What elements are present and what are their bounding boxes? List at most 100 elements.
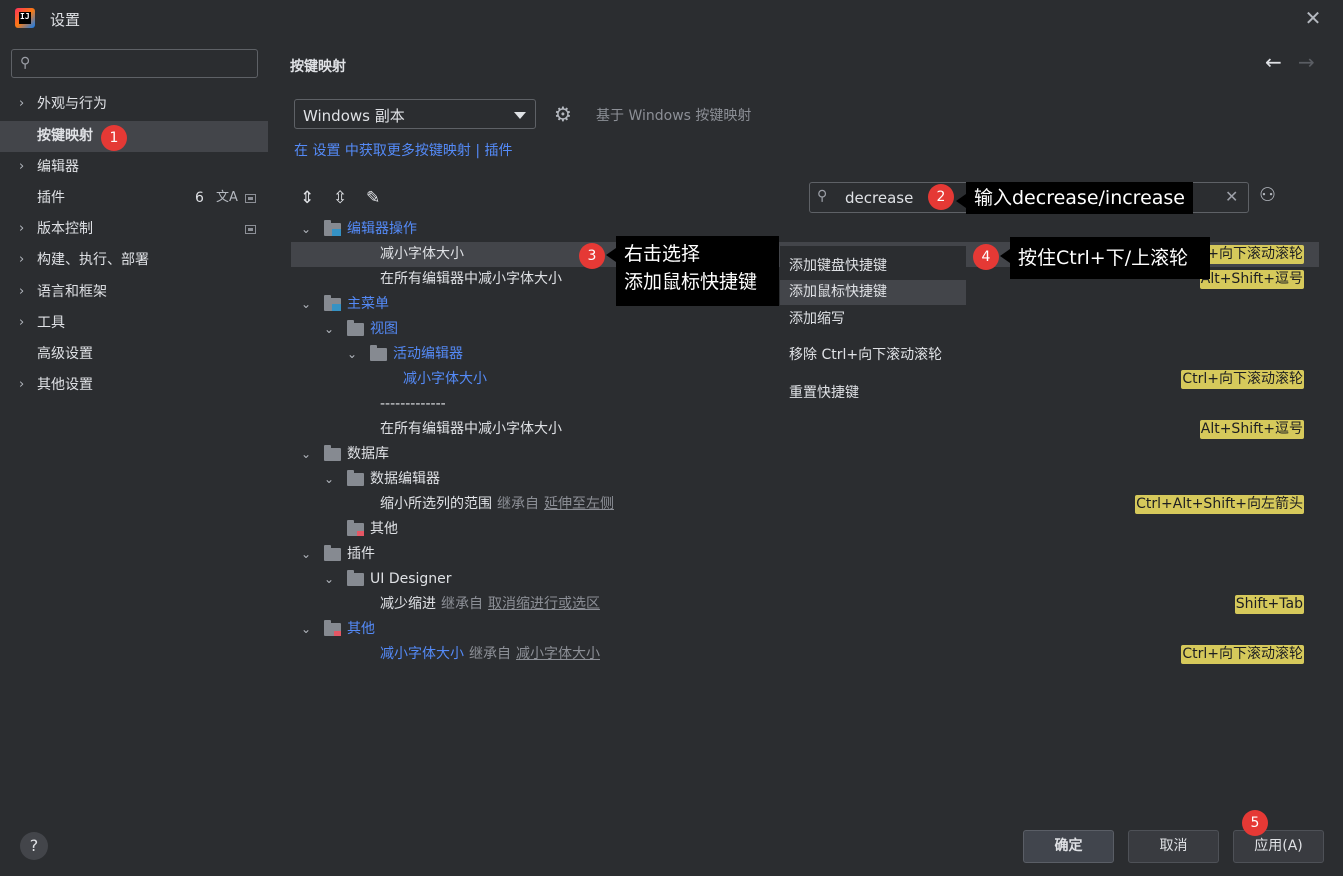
shortcut-badge: Ctrl+向下滚动滚轮 xyxy=(1181,370,1304,389)
window-title: 设置 xyxy=(50,11,81,29)
tree-row[interactable]: 减少缩进 继承自 取消缩进行或选区 Shift+Tab xyxy=(291,592,1319,617)
chevron-down-icon[interactable]: ⌄ xyxy=(324,567,334,592)
chevron-down-icon[interactable]: ⌄ xyxy=(301,217,311,242)
chevron-down-icon[interactable]: ⌄ xyxy=(301,542,311,567)
chevron-down-icon[interactable]: ⌄ xyxy=(324,467,334,492)
folder-icon xyxy=(347,520,364,536)
folder-icon xyxy=(324,445,341,461)
chevron-right-icon: › xyxy=(19,252,25,267)
sidebar-search-input[interactable]: ⚲ xyxy=(11,49,258,78)
chevron-right-icon: › xyxy=(19,284,25,299)
chevron-down-icon[interactable]: ⌄ xyxy=(301,292,311,317)
folder-icon xyxy=(370,345,387,361)
tree-row-label: 插件 xyxy=(347,542,375,567)
action-name: 其他 xyxy=(347,621,375,637)
clear-search-icon[interactable]: ✕ xyxy=(1225,187,1238,206)
folder-icon xyxy=(324,620,341,636)
chevron-down-icon[interactable]: ⌄ xyxy=(301,617,311,642)
action-name: 减小字体大小 xyxy=(403,371,487,387)
tree-row-label: 数据库 xyxy=(347,442,389,467)
tree-row[interactable]: ⌄ 其他 xyxy=(291,617,1319,642)
shortcut-badge: Alt+Shift+逗号 xyxy=(1199,420,1304,439)
get-more-keymaps-link[interactable]: 在 设置 中获取更多按键映射 | 插件 xyxy=(294,140,513,160)
tree-row-label: 数据编辑器 xyxy=(370,467,440,492)
inherited-action-link[interactable]: 减小字体大小 xyxy=(516,646,600,662)
collapse-all-icon[interactable]: ⇳ xyxy=(333,188,347,208)
annotation-callout-4: 按住Ctrl+下/上滚轮 xyxy=(1000,237,1210,279)
sidebar-item[interactable]: › 外观与行为 xyxy=(0,89,268,120)
chevron-down-icon xyxy=(514,112,526,119)
cancel-button[interactable]: 取消 xyxy=(1128,830,1219,863)
tree-row-label: 在所有编辑器中减小字体大小 xyxy=(380,267,562,292)
folder-icon xyxy=(324,545,341,561)
chevron-down-icon[interactable]: ⌄ xyxy=(347,342,357,367)
sidebar-item[interactable]: › 编辑器 xyxy=(0,152,268,183)
sidebar-item-label: 工具 xyxy=(37,315,65,331)
menu-item-add-abbreviation[interactable]: 添加缩写 xyxy=(780,307,966,332)
project-scope-icon xyxy=(245,225,256,234)
sidebar-item[interactable]: › 构建、执行、部署 xyxy=(0,245,268,276)
tree-row-label: 在所有编辑器中减小字体大小 xyxy=(380,417,562,442)
tree-row-label: 减小字体大小 xyxy=(380,242,464,267)
shortcut-badge: Ctrl+Alt+Shift+向左箭头 xyxy=(1135,495,1304,514)
back-arrow-icon[interactable]: ← xyxy=(1265,50,1282,74)
chevron-down-icon[interactable]: ⌄ xyxy=(324,317,334,342)
inherited-action-link[interactable]: 延伸至左侧 xyxy=(544,496,614,512)
keymap-select[interactable]: Windows 副本 xyxy=(294,99,536,129)
action-name: 在所有编辑器中减小字体大小 xyxy=(380,271,562,287)
annotation-badge-3: 3 xyxy=(579,243,605,269)
action-name: 编辑器操作 xyxy=(347,221,417,237)
tree-row[interactable]: ⌄ UI Designer xyxy=(291,567,1319,592)
context-menu: 添加键盘快捷键 添加鼠标快捷键 添加缩写 移除 Ctrl+向下滚动滚轮 重置快捷… xyxy=(780,246,966,416)
annotation-callout-3-line-2: 添加鼠标快捷键 xyxy=(624,271,758,293)
search-icon: ⚲ xyxy=(817,188,828,204)
annotation-badge-2: 2 xyxy=(928,184,954,210)
sidebar-item[interactable]: 按键映射 xyxy=(0,121,268,152)
expand-all-icon[interactable]: ⇕ xyxy=(300,188,314,208)
tree-row[interactable]: ⌄ 数据库 xyxy=(291,442,1319,467)
close-icon[interactable]: ✕ xyxy=(1300,6,1326,32)
menu-item-add-keyboard-shortcut[interactable]: 添加键盘快捷键 xyxy=(780,254,966,279)
annotation-badge-5: 5 xyxy=(1242,810,1268,836)
chevron-down-icon[interactable]: ⌄ xyxy=(301,442,311,467)
ok-button[interactable]: 确定 xyxy=(1023,830,1114,863)
apply-button[interactable]: 应用(A) xyxy=(1233,830,1324,863)
action-name: 其他 xyxy=(370,521,398,537)
app-logo-text: IJ xyxy=(20,12,30,21)
tree-row[interactable]: ⌄ 插件 xyxy=(291,542,1319,567)
search-value: decrease xyxy=(845,189,914,207)
sidebar-item[interactable]: 插件 6 文A xyxy=(0,183,268,214)
inherited-from-label: 继承自 xyxy=(497,496,539,512)
sidebar-item-label: 语言和框架 xyxy=(37,284,107,300)
tree-row[interactable]: ⌄ 数据编辑器 xyxy=(291,467,1319,492)
action-name: UI Designer xyxy=(370,571,452,587)
chevron-right-icon: › xyxy=(19,96,25,111)
sidebar-item[interactable]: › 语言和框架 xyxy=(0,277,268,308)
action-name: 数据编辑器 xyxy=(370,471,440,487)
sidebar-item[interactable]: 高级设置 xyxy=(0,339,268,370)
shortcut-badge: Shift+Tab xyxy=(1234,595,1304,614)
help-button[interactable]: ? xyxy=(20,832,48,860)
action-name: 视图 xyxy=(370,321,398,337)
gear-icon[interactable]: ⚙ xyxy=(554,102,572,126)
forward-arrow-icon[interactable]: → xyxy=(1298,50,1315,74)
tree-row[interactable]: 在所有编辑器中减小字体大小 Alt+Shift+逗号 xyxy=(291,417,1319,442)
tree-row[interactable]: 缩小所选列的范围 继承自 延伸至左侧 Ctrl+Alt+Shift+向左箭头 xyxy=(291,492,1319,517)
app-logo-icon: IJ xyxy=(15,8,35,28)
find-by-shortcut-icon[interactable]: ⚇ xyxy=(1259,184,1276,206)
inherited-action-link[interactable]: 取消缩进行或选区 xyxy=(488,596,600,612)
tree-row-label: 其他 xyxy=(370,517,398,542)
sidebar-item[interactable]: › 其他设置 xyxy=(0,370,268,401)
sidebar-item[interactable]: › 版本控制 xyxy=(0,214,268,245)
action-name: 减小字体大小 xyxy=(380,246,464,262)
menu-item-remove-shortcut[interactable]: 移除 Ctrl+向下滚动滚轮 xyxy=(780,343,966,368)
edit-pencil-icon[interactable]: ✎ xyxy=(366,188,380,208)
menu-item-add-mouse-shortcut[interactable]: 添加鼠标快捷键 xyxy=(780,280,966,305)
annotation-badge-1: 1 xyxy=(101,125,127,151)
shortcut-badge: Ctrl+向下滚动滚轮 xyxy=(1181,645,1304,664)
sidebar-item[interactable]: › 工具 xyxy=(0,308,268,339)
folder-icon xyxy=(324,220,341,236)
menu-item-reset-shortcuts[interactable]: 重置快捷键 xyxy=(780,381,966,406)
tree-row[interactable]: 减小字体大小 继承自 减小字体大小 Ctrl+向下滚动滚轮 xyxy=(291,642,1319,667)
tree-row[interactable]: 其他 xyxy=(291,517,1319,542)
